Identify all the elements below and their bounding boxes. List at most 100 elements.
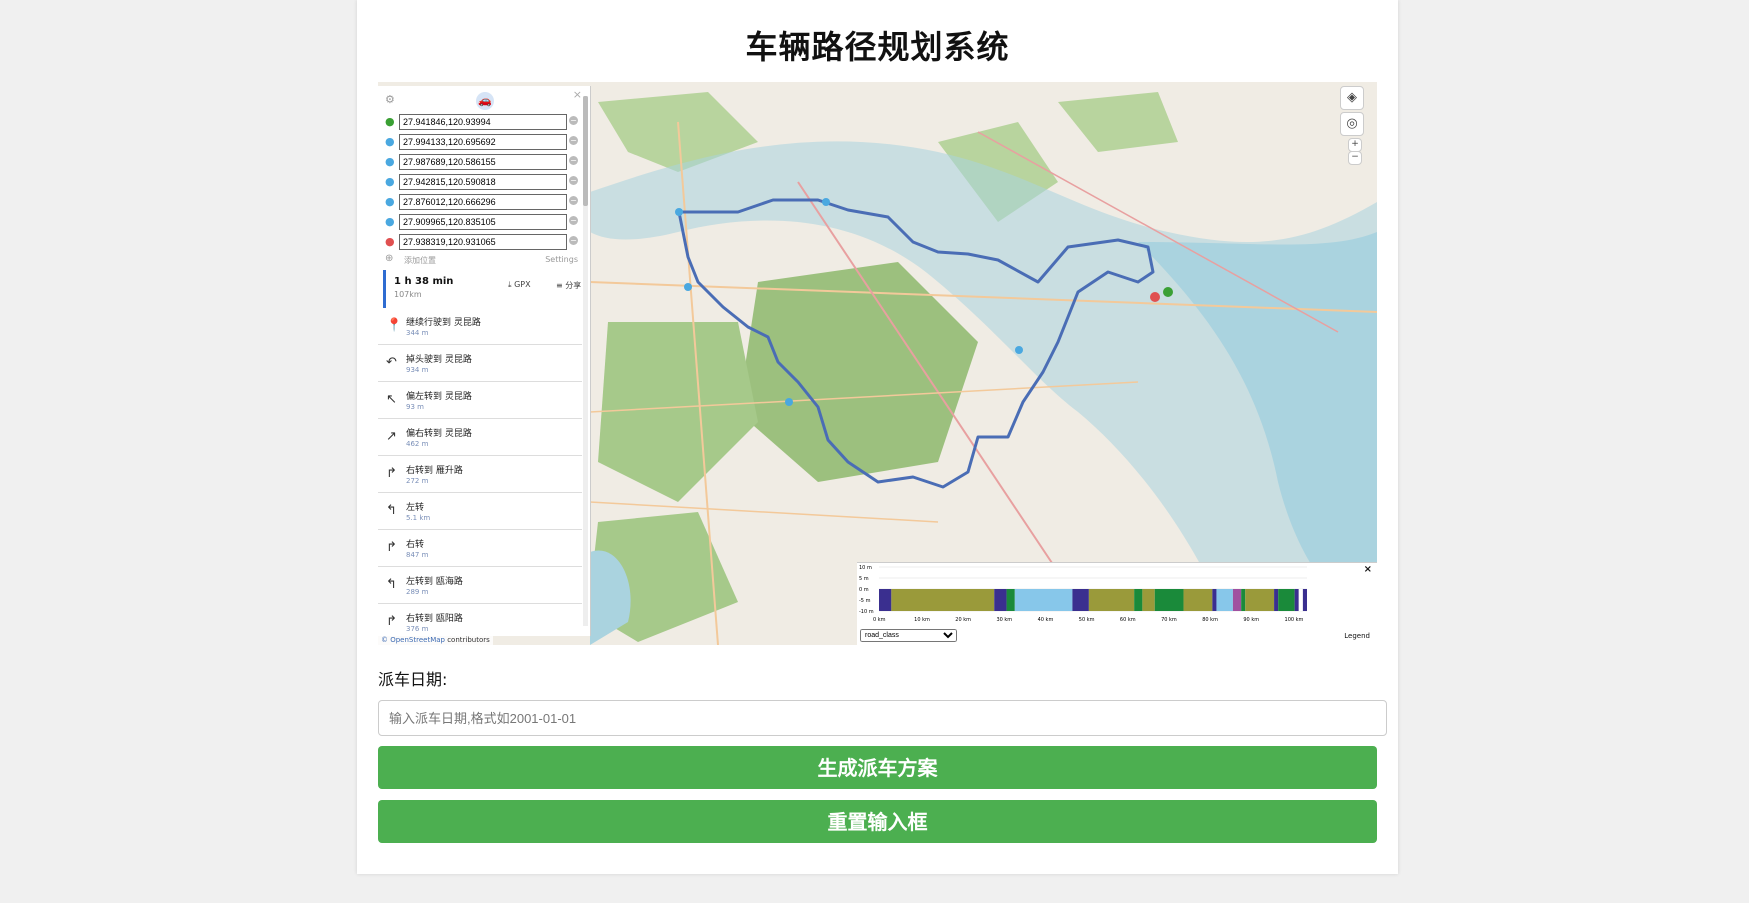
remove-waypoint-icon[interactable]: − xyxy=(569,116,578,125)
elevation-detail-select[interactable]: road_class xyxy=(860,629,957,642)
date-input[interactable] xyxy=(378,700,1387,736)
waypoint-input[interactable] xyxy=(399,114,567,130)
elev-segment xyxy=(1278,589,1295,611)
slight-left-icon: ↖ xyxy=(386,392,397,407)
map-pin-icon: ● xyxy=(385,115,395,128)
legend-link[interactable]: Legend xyxy=(1344,632,1370,640)
generate-plan-button[interactable]: 生成派车方案 xyxy=(378,746,1377,789)
elev-x-tick: 50 km xyxy=(1079,617,1095,623)
close-elevation-icon[interactable]: × xyxy=(1364,564,1372,575)
instruction-distance: 93 m xyxy=(406,403,424,411)
instruction-item[interactable]: ↱ 右转到 瓯阳路 376 m xyxy=(378,604,582,636)
route-time: 1 h 38 min xyxy=(394,276,454,287)
instruction-item[interactable]: ↖ 偏左转到 灵昆路 93 m xyxy=(378,382,582,419)
elev-y-tick: 0 m xyxy=(859,587,869,593)
turn-right-icon: ↱ xyxy=(386,466,397,481)
instruction-item[interactable]: ↰ 左转 5.1 km xyxy=(378,493,582,530)
share-button[interactable]: ≡ 分享 xyxy=(556,280,581,291)
remove-waypoint-icon[interactable]: − xyxy=(569,236,578,245)
elev-segment xyxy=(1245,589,1275,611)
elev-y-tick: -10 m xyxy=(859,609,874,615)
map-view[interactable]: ⚙ 🚗 × ●−●−●−●−●−●−●− ⊕ 添加位置 Settings 1 h… xyxy=(378,82,1377,645)
waypoint-row: ●− xyxy=(378,232,590,252)
instruction-item[interactable]: ↶ 掉头驶到 灵昆路 934 m xyxy=(378,345,582,382)
elev-segment xyxy=(1298,589,1303,611)
instruction-text: 左转 xyxy=(406,503,425,513)
instruction-distance: 5.1 km xyxy=(406,514,431,522)
elev-segment xyxy=(1216,589,1233,611)
share-label: 分享 xyxy=(565,281,582,290)
main-card: 车辆路径规划系统 ⚙ 🚗 × ● 27.941846,120.93994 − ●… xyxy=(357,0,1398,874)
continue-icon: 📍 xyxy=(386,318,403,333)
remove-waypoint-icon[interactable]: − xyxy=(569,196,578,205)
elev-segment xyxy=(891,589,995,611)
map-pin-icon: ● xyxy=(385,235,395,248)
close-icon[interactable]: × xyxy=(573,88,582,101)
map-pin-icon: ● xyxy=(385,155,395,168)
instruction-item[interactable]: ↗ 偏右转到 灵昆路 462 m xyxy=(378,419,582,456)
elev-segment xyxy=(1212,589,1217,611)
elev-segment xyxy=(1154,589,1184,611)
instruction-item[interactable]: 📍 继续行驶到 灵昆路 344 m xyxy=(378,308,582,345)
map-attribution: © OpenStreetMap contributors xyxy=(378,635,493,645)
elev-segment xyxy=(1093,589,1135,611)
elev-segment xyxy=(1142,589,1155,611)
instruction-distance: 376 m xyxy=(406,625,429,633)
waypoint-input[interactable] xyxy=(399,234,567,250)
instruction-text: 偏左转到 灵昆路 xyxy=(406,392,472,402)
remove-waypoint-icon[interactable]: − xyxy=(569,156,578,165)
car-icon[interactable]: 🚗 xyxy=(476,92,494,110)
instruction-distance: 344 m xyxy=(406,329,429,337)
routing-panel: ⚙ 🚗 × ●−●−●−●−●−●−●− ⊕ 添加位置 Settings 1 h… xyxy=(378,86,591,636)
turn-left-icon: ↰ xyxy=(386,503,397,518)
elev-segment xyxy=(1232,589,1242,611)
gpx-export-button[interactable]: ⤓ GPX xyxy=(508,280,531,290)
settings-link[interactable]: Settings xyxy=(545,255,578,264)
u-turn-icon: ↶ xyxy=(386,355,397,370)
gear-icon[interactable]: ⚙ xyxy=(385,93,395,106)
waypoint-input[interactable] xyxy=(399,154,567,170)
elev-x-tick: 10 km xyxy=(914,617,930,623)
locate-icon[interactable]: ◎ xyxy=(1340,112,1364,136)
waypoint-input[interactable] xyxy=(399,214,567,230)
scroll-thumb[interactable] xyxy=(583,96,588,206)
waypoint-row: ●− xyxy=(378,212,590,232)
waypoint-row: ●− xyxy=(378,132,590,152)
waypoint-input[interactable] xyxy=(399,134,567,150)
instruction-text: 右转 xyxy=(406,540,425,550)
reset-button[interactable]: 重置输入框 xyxy=(378,800,1377,843)
elev-x-tick: 80 km xyxy=(1202,617,1218,623)
elev-segment xyxy=(1302,589,1307,611)
elev-segment xyxy=(879,589,892,611)
waypoint-list: ●−●−●−●−●−●−●− xyxy=(378,112,590,252)
elev-x-tick: 60 km xyxy=(1120,617,1136,623)
map-pin-icon: ● xyxy=(385,195,395,208)
instruction-item[interactable]: ↱ 右转 847 m xyxy=(378,530,582,567)
panel-scrollbar[interactable] xyxy=(583,96,588,626)
add-waypoint-label[interactable]: 添加位置 xyxy=(404,255,436,266)
turn-right-icon: ↱ xyxy=(386,614,397,629)
zoom-in-button[interactable]: + xyxy=(1348,138,1362,152)
route-summary: 1 h 38 min 107km ⤓ GPX ≡ 分享 xyxy=(383,270,590,308)
elev-segment xyxy=(1241,589,1246,611)
remove-waypoint-icon[interactable]: − xyxy=(569,216,578,225)
plus-icon[interactable]: ⊕ xyxy=(385,253,393,264)
map-pin-icon: ● xyxy=(385,175,395,188)
remove-waypoint-icon[interactable]: − xyxy=(569,176,578,185)
instruction-item[interactable]: ↱ 右转到 雁升路 272 m xyxy=(378,456,582,493)
remove-waypoint-icon[interactable]: − xyxy=(569,136,578,145)
instruction-item[interactable]: ↰ 左转到 瓯海路 289 m xyxy=(378,567,582,604)
elev-segment xyxy=(994,589,1007,611)
layers-icon[interactable]: ◈ xyxy=(1340,86,1364,110)
instruction-distance: 289 m xyxy=(406,588,429,596)
slight-right-icon: ↗ xyxy=(386,429,397,444)
waypoint-row: ●− xyxy=(378,112,590,132)
osm-link[interactable]: © OpenStreetMap xyxy=(381,636,445,644)
page-title: 车辆路径规划系统 xyxy=(745,28,1010,66)
turn-left-icon: ↰ xyxy=(386,577,397,592)
add-waypoint-row[interactable]: ⊕ 添加位置 Settings xyxy=(378,252,590,270)
instruction-distance: 934 m xyxy=(406,366,429,374)
zoom-out-button[interactable]: − xyxy=(1348,151,1362,165)
waypoint-input[interactable] xyxy=(399,174,567,190)
waypoint-input[interactable] xyxy=(399,194,567,210)
